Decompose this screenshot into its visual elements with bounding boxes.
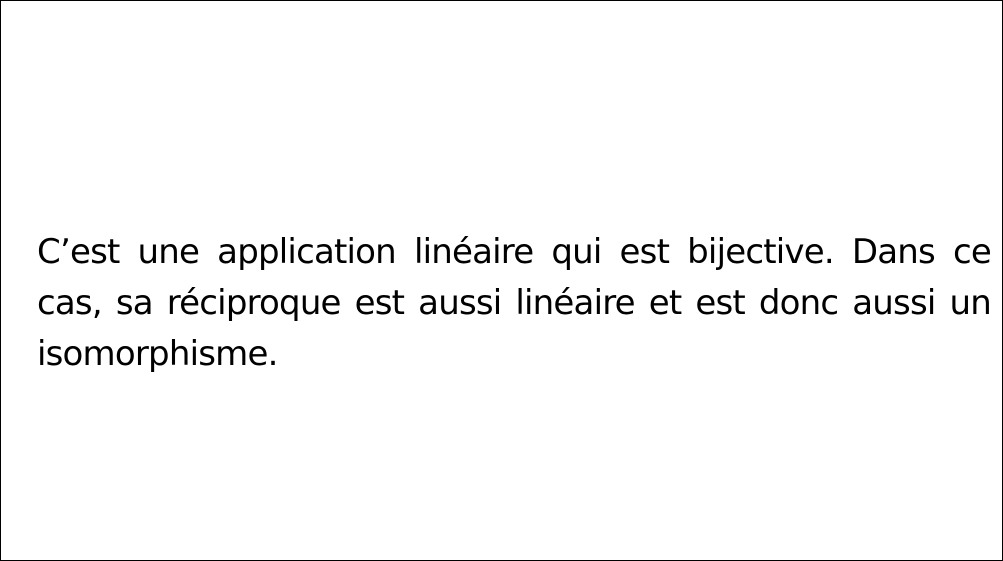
flashcard: C’est une application linéaire qui est b…	[0, 0, 1003, 561]
card-text: C’est une application linéaire qui est b…	[37, 232, 992, 374]
